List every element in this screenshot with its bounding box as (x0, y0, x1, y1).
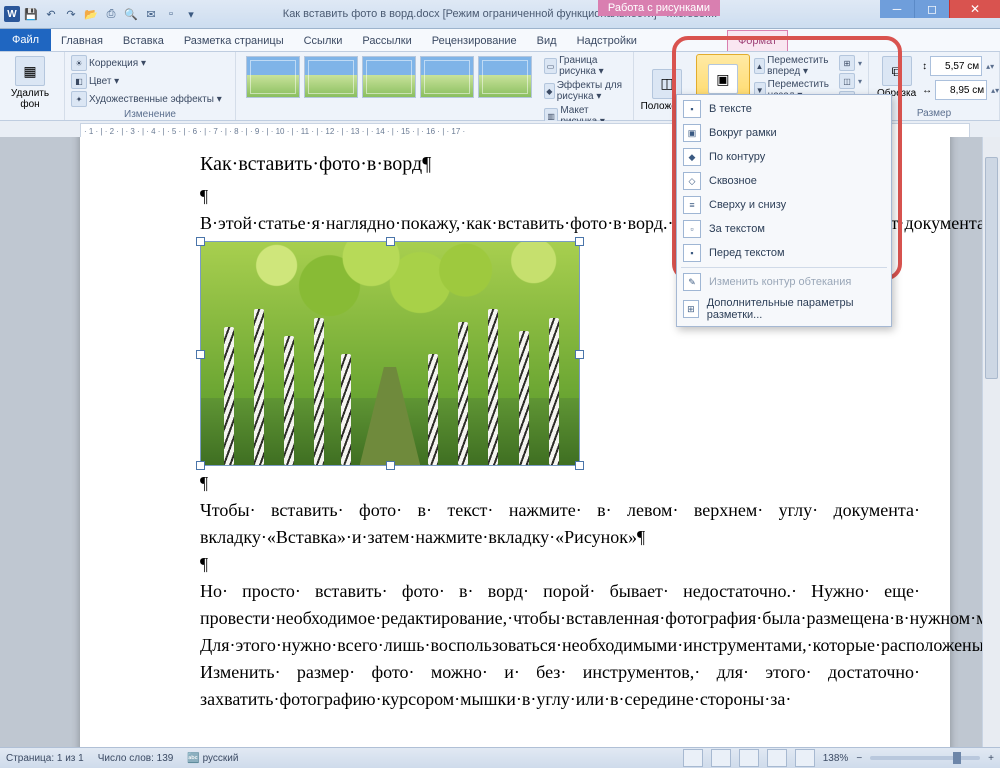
style-thumb[interactable] (246, 56, 300, 98)
tab-review[interactable]: Рецензирование (422, 31, 527, 51)
zoom-slider[interactable] (870, 756, 980, 760)
close-button[interactable]: ✕ (949, 0, 1000, 18)
tab-insert[interactable]: Вставка (113, 31, 174, 51)
status-lang[interactable]: 🔤 русский (187, 753, 238, 764)
wrap-front-item[interactable]: ▪Перед текстом (677, 241, 891, 265)
qat-preview-icon[interactable]: 🔍 (122, 5, 140, 23)
height-icon: ↕ (922, 61, 927, 72)
align-icon: ⊞ (839, 55, 855, 71)
status-page[interactable]: Страница: 1 из 1 (6, 753, 84, 764)
wrap-behind-item[interactable]: ▫За текстом (677, 217, 891, 241)
tab-pagelayout[interactable]: Разметка страницы (174, 31, 294, 51)
width-icon: ↔ (922, 85, 932, 96)
qat-redo-icon[interactable]: ↷ (62, 5, 80, 23)
wrap-text-menu: ▪В тексте ▣Вокруг рамки ◆По контуру ◇Скв… (676, 94, 892, 327)
crop-icon: ⧉ (882, 56, 912, 86)
titlebar: W 💾 ↶ ↷ 📂 ⎙ 🔍 ✉ ▫ ▾ Как вставить фото в … (0, 0, 1000, 29)
zoom-out-button[interactable]: − (856, 753, 862, 764)
doc-paragraph: ¶ (200, 551, 920, 578)
tab-mailings[interactable]: Рассылки (352, 31, 421, 51)
wrap-text-icon: ▣ (708, 64, 738, 94)
view-fullscreen-button[interactable] (711, 749, 731, 767)
qat-save-icon[interactable]: 💾 (22, 5, 40, 23)
tab-format[interactable]: Формат (727, 30, 788, 51)
qat-mail-icon[interactable]: ✉ (142, 5, 160, 23)
vertical-scrollbar[interactable] (982, 137, 1000, 748)
view-outline-button[interactable] (767, 749, 787, 767)
doc-paragraph: ¶ (200, 470, 920, 497)
group-icon: ◫ (839, 73, 855, 89)
scrollbar-thumb[interactable] (985, 157, 998, 379)
picture-effects-icon: ◆ (544, 83, 555, 99)
group-adjust-label: Изменение (71, 108, 229, 121)
wrap-topbottom-icon: ≡ (683, 196, 701, 214)
doc-paragraph: Чтобы· вставить· фото· в· текст· нажмите… (200, 497, 920, 551)
statusbar: Страница: 1 из 1 Число слов: 139 🔤 русск… (0, 747, 1000, 768)
wrap-through-icon: ◇ (683, 172, 701, 190)
picture-effects-button[interactable]: ◆Эффекты для рисунка ▾ (544, 79, 627, 103)
wrap-inline-icon: ▪ (683, 100, 701, 118)
brightness-icon: ☀ (71, 55, 87, 71)
ribbon-tabs: Файл Главная Вставка Разметка страницы С… (0, 29, 1000, 52)
qat-quickprint-icon[interactable]: ⎙ (102, 5, 120, 23)
zoom-in-button[interactable]: + (988, 753, 994, 764)
remove-background-icon: ▦ (15, 56, 45, 86)
style-thumb[interactable] (420, 56, 474, 98)
edit-wrap-icon: ✎ (683, 273, 701, 291)
picture-styles-gallery[interactable] (242, 54, 536, 128)
status-zoom[interactable]: 138% (823, 753, 849, 764)
qat-more-icon[interactable]: ▾ (182, 5, 200, 23)
color-icon: ◧ (71, 73, 87, 89)
tab-view[interactable]: Вид (527, 31, 567, 51)
picture-border-button[interactable]: ▭Граница рисунка ▾ (544, 54, 627, 78)
group-size-label: Размер (875, 107, 993, 120)
style-thumb[interactable] (362, 56, 416, 98)
border-icon: ▭ (544, 58, 557, 74)
wrap-square-icon: ▣ (683, 124, 701, 142)
bring-forward-button[interactable]: ▲Переместить вперед ▾ (754, 54, 837, 78)
forward-icon: ▲ (754, 58, 765, 74)
wrap-inline-item[interactable]: ▪В тексте (677, 97, 891, 121)
remove-background-button[interactable]: ▦ Удалить фон (6, 54, 54, 112)
status-words[interactable]: Число слов: 139 (98, 753, 174, 764)
height-input[interactable]: ↕▴▾ (922, 56, 999, 76)
wrap-tight-icon: ◆ (683, 148, 701, 166)
maximize-button[interactable]: ◻ (914, 0, 949, 18)
width-input[interactable]: ↔▴▾ (922, 80, 999, 100)
wrap-front-icon: ▪ (683, 244, 701, 262)
view-printlayout-button[interactable] (683, 749, 703, 767)
tab-home[interactable]: Главная (51, 31, 113, 51)
wrap-behind-icon: ▫ (683, 220, 701, 238)
word-icon: W (4, 6, 20, 22)
tab-addins[interactable]: Надстройки (567, 31, 647, 51)
effects-icon: ✦ (71, 91, 87, 107)
qat-new-icon[interactable]: ▫ (162, 5, 180, 23)
wrap-square-item[interactable]: ▣Вокруг рамки (677, 121, 891, 145)
context-tab-title: Работа с рисунками (598, 0, 720, 16)
corrections-button[interactable]: ☀Коррекция ▾ (71, 54, 229, 72)
doc-paragraph: Для·этого·нужно·всего·лишь·воспользовать… (200, 632, 920, 659)
inserted-picture[interactable] (200, 241, 580, 466)
style-thumb[interactable] (304, 56, 358, 98)
doc-paragraph: Но· просто· вставить· фото· в· ворд· пор… (200, 578, 920, 632)
group-button[interactable]: ◫▾ (839, 72, 862, 90)
qat-open-icon[interactable]: 📂 (82, 5, 100, 23)
tab-file[interactable]: Файл (0, 29, 51, 51)
more-layout-icon: ⊞ (683, 300, 699, 318)
view-web-button[interactable] (739, 749, 759, 767)
wrap-edit-item: ✎Изменить контур обтекания (677, 270, 891, 294)
tab-references[interactable]: Ссылки (294, 31, 353, 51)
artistic-effects-button[interactable]: ✦Художественные эффекты ▾ (71, 90, 229, 108)
doc-paragraph: Изменить· размер· фото· можно· и· без· и… (200, 659, 920, 713)
wrap-tight-item[interactable]: ◆По контуру (677, 145, 891, 169)
wrap-topbottom-item[interactable]: ≡Сверху и снизу (677, 193, 891, 217)
align-button[interactable]: ⊞▾ (839, 54, 862, 72)
wrap-through-item[interactable]: ◇Сквозное (677, 169, 891, 193)
style-thumb[interactable] (478, 56, 532, 98)
view-draft-button[interactable] (795, 749, 815, 767)
wrap-more-item[interactable]: ⊞Дополнительные параметры разметки... (677, 294, 891, 324)
color-button[interactable]: ◧Цвет ▾ (71, 72, 229, 90)
minimize-button[interactable]: ─ (880, 0, 914, 18)
qat-undo-icon[interactable]: ↶ (42, 5, 60, 23)
